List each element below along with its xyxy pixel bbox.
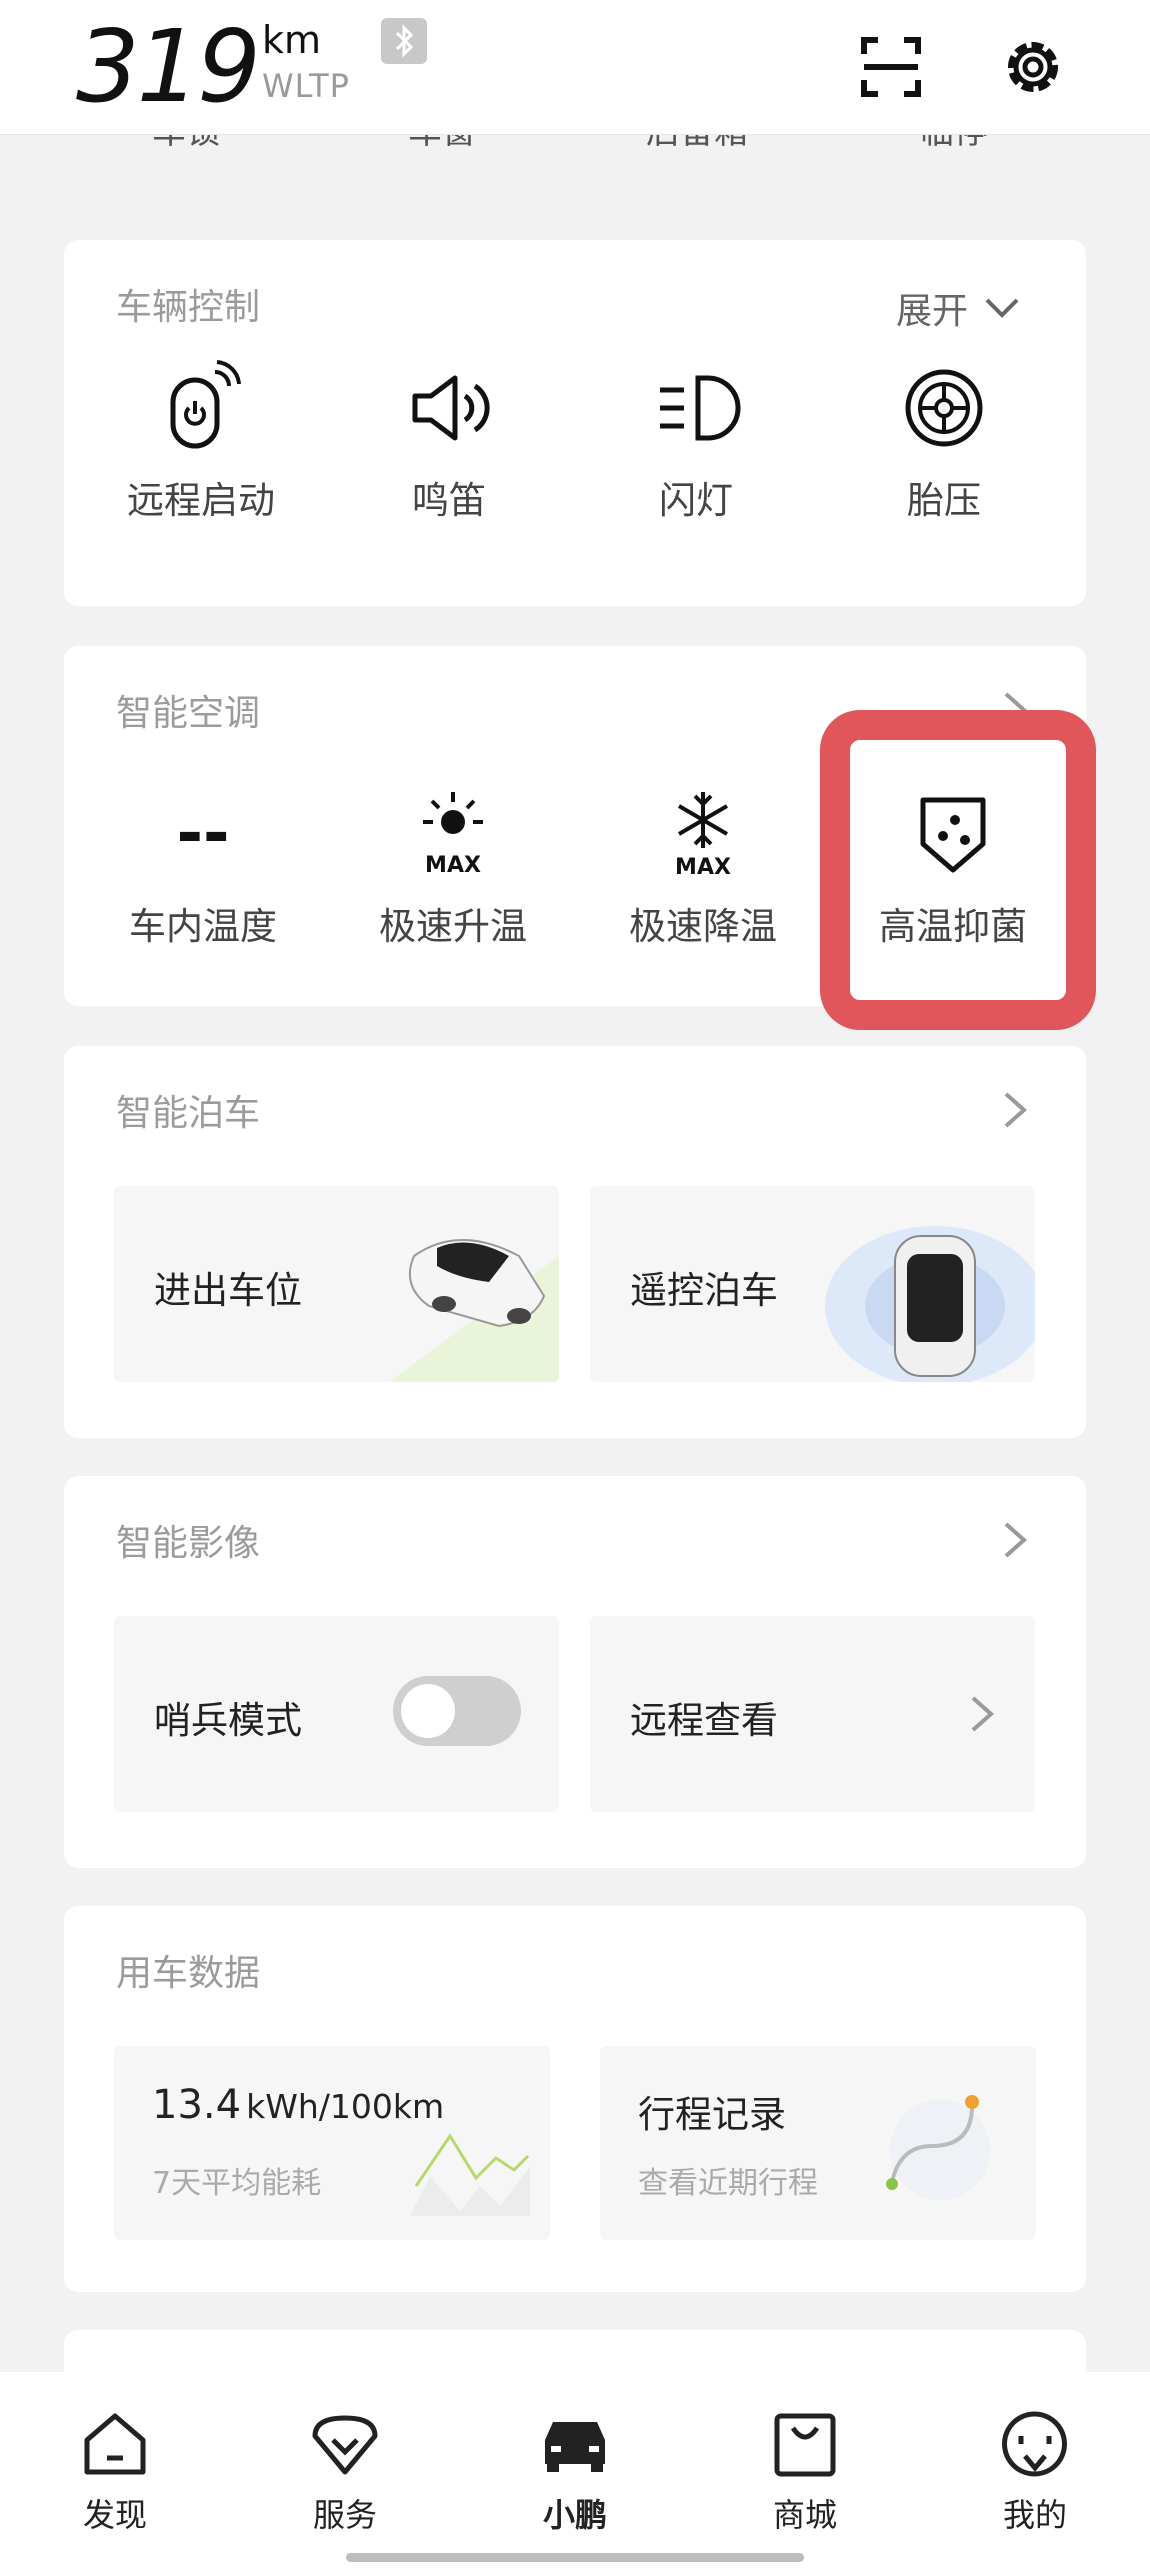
smart-parking-card: 智能泊车 进出车位 遥控泊车 xyxy=(64,1046,1086,1438)
tab-label: 小鹏 xyxy=(542,2496,607,2534)
sentry-mode-toggle[interactable] xyxy=(393,1676,521,1746)
settings-gear-icon[interactable] xyxy=(1000,34,1066,100)
scan-icon[interactable] xyxy=(858,34,924,100)
usage-data-card: 用车数据 13.4 kWh/100km 7天平均能耗 行程记录 查看近期行程 xyxy=(64,1906,1086,2292)
quick-cool-button[interactable]: MAX 极速降温 xyxy=(593,786,813,950)
expand-label: 展开 xyxy=(895,291,968,332)
car-icon xyxy=(545,2422,605,2472)
energy-consumption-tile[interactable]: 13.4 kWh/100km 7天平均能耗 xyxy=(114,2046,550,2240)
horn-icon xyxy=(412,375,490,441)
chevron-right-icon[interactable] xyxy=(1000,1520,1030,1560)
tab-profile[interactable]: 我的 xyxy=(970,2406,1100,2536)
energy-value: 13.4 xyxy=(152,2082,242,2128)
tab-label: 服务 xyxy=(312,2496,377,2534)
range-standard: WLTP xyxy=(262,67,350,105)
remote-parking-tile[interactable]: 遥控泊车 xyxy=(590,1186,1035,1382)
car-illustration xyxy=(389,1239,559,1382)
flash-lights-button[interactable]: 闪灯 xyxy=(586,360,806,524)
home-icon xyxy=(84,2413,146,2475)
park-in-out-tile[interactable]: 进出车位 xyxy=(114,1186,559,1382)
horn-label: 鸣笛 xyxy=(412,479,486,522)
expand-button[interactable]: 展开 xyxy=(896,282,1020,334)
range-unit: km xyxy=(262,18,322,62)
card-title: 智能影像 xyxy=(116,1523,261,1564)
horn-button[interactable]: 鸣笛 xyxy=(339,360,559,524)
energy-subtitle: 7天平均能耗 xyxy=(152,2166,322,2201)
smart-imaging-card: 智能影像 哨兵模式 远程查看 xyxy=(64,1476,1086,1868)
tab-xiaopeng[interactable]: 小鹏 xyxy=(510,2406,640,2536)
remote-view-tile[interactable]: 远程查看 xyxy=(590,1616,1035,1812)
park-in-out-label: 进出车位 xyxy=(154,1269,302,1312)
cabin-temperature-label: 车内温度 xyxy=(129,905,277,948)
sentry-mode-label: 哨兵模式 xyxy=(154,1699,302,1742)
profile-icon xyxy=(1002,2411,1067,2477)
snowflake-max-icon: MAX xyxy=(675,792,731,880)
quick-cool-label: 极速降温 xyxy=(629,905,777,948)
tab-discover[interactable]: 发现 xyxy=(50,2406,180,2536)
chevron-right-icon xyxy=(971,1696,995,1732)
tab-label: 商城 xyxy=(772,2496,837,2534)
flash-lights-label: 闪灯 xyxy=(659,479,733,522)
vehicle-control-card: 车辆控制 展开 远程启动 鸣笛 闪灯 胎压 xyxy=(64,240,1086,606)
trip-record-tile[interactable]: 行程记录 查看近期行程 xyxy=(600,2046,1036,2240)
tab-label: 发现 xyxy=(82,2496,147,2534)
cabin-temperature: -- 车内温度 xyxy=(93,786,313,950)
chevron-right-icon[interactable] xyxy=(1000,1090,1030,1130)
remote-parking-illustration xyxy=(825,1226,1035,1382)
tab-shop[interactable]: 商城 xyxy=(740,2406,870,2536)
trip-subtitle: 查看近期行程 xyxy=(638,2166,818,2201)
range-value: 319 xyxy=(76,8,261,125)
trip-title: 行程记录 xyxy=(638,2093,786,2136)
tab-label: 我的 xyxy=(1002,2496,1067,2534)
home-indicator xyxy=(346,2553,804,2562)
remote-view-label: 远程查看 xyxy=(630,1699,778,1742)
bluetooth-icon xyxy=(381,18,427,64)
quick-heat-label: 极速升温 xyxy=(379,905,527,948)
highlight-box xyxy=(820,710,1096,1030)
card-title: 智能泊车 xyxy=(116,1093,261,1134)
energy-reading: 13.4 kWh/100km xyxy=(152,2082,444,2128)
remote-parking-label: 遥控泊车 xyxy=(630,1269,778,1312)
tire-pressure-button[interactable]: 胎压 xyxy=(834,360,1054,524)
status-header: 319 km WLTP xyxy=(0,0,1150,135)
max-badge: MAX xyxy=(675,855,731,880)
card-title: 智能空调 xyxy=(116,693,261,734)
shop-icon xyxy=(774,2413,836,2477)
remote-start-label: 远程启动 xyxy=(127,479,275,522)
tab-service[interactable]: 服务 xyxy=(280,2406,410,2536)
tire-icon xyxy=(905,369,983,447)
route-icon xyxy=(886,2095,990,2200)
service-icon xyxy=(312,2415,378,2475)
sentry-mode-tile: 哨兵模式 xyxy=(114,1616,559,1812)
sun-max-icon: MAX xyxy=(423,792,483,878)
cabin-temperature-value: -- xyxy=(176,797,230,871)
tire-pressure-label: 胎压 xyxy=(907,479,981,522)
card-title: 用车数据 xyxy=(116,1953,261,1994)
max-badge: MAX xyxy=(425,853,481,878)
bottom-tab-bar: 发现 服务 小鹏 商城 我的 xyxy=(0,2372,1150,2572)
chevron-down-icon xyxy=(985,298,1019,318)
headlight-icon xyxy=(660,375,741,441)
energy-trend-icon xyxy=(410,2133,530,2216)
quick-heat-button[interactable]: MAX 极速升温 xyxy=(343,786,563,950)
remote-start-icon xyxy=(170,360,241,449)
card-title: 车辆控制 xyxy=(116,287,261,328)
remote-start-button[interactable]: 远程启动 xyxy=(91,360,311,524)
toggle-knob xyxy=(401,1684,455,1738)
